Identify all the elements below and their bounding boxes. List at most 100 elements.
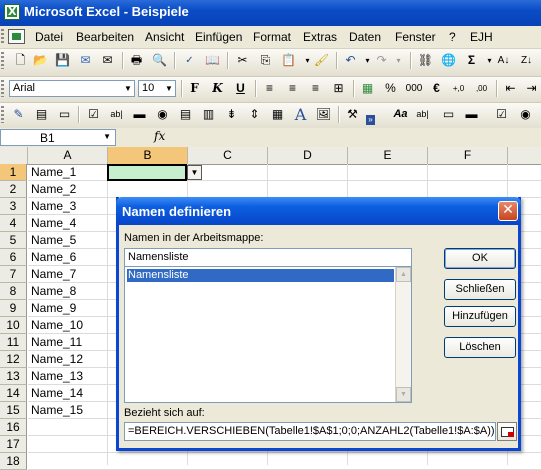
button-icon[interactable]: ▬	[463, 106, 480, 123]
cell-a13[interactable]: Name_13	[31, 369, 83, 383]
name-box[interactable]: B1 ▼	[0, 129, 116, 146]
autosum-icon[interactable]: Σ	[463, 52, 480, 69]
format-painter-icon[interactable]: 🖌	[313, 52, 330, 69]
textbox-icon[interactable]: ab|	[414, 106, 431, 123]
column-header-e[interactable]: E	[348, 147, 428, 164]
increase-indent-icon[interactable]: ⇥	[523, 80, 540, 97]
close-icon[interactable]: ✕	[498, 201, 518, 221]
cell-a8[interactable]: Name_8	[31, 284, 76, 298]
copy-icon[interactable]: ⎘	[257, 52, 274, 69]
row-header-12[interactable]: 12	[0, 351, 27, 368]
menu-ansicht[interactable]: Ansicht	[145, 30, 184, 44]
delete-button[interactable]: Löschen	[444, 337, 516, 358]
edit-control-icon[interactable]: ✎	[10, 106, 27, 123]
row-header-6[interactable]: 6	[0, 249, 27, 266]
menu-einfuegen[interactable]: Einfügen	[195, 30, 242, 44]
undo-icon[interactable]: ↶	[342, 52, 359, 69]
spinner-control-icon[interactable]: ⇕	[246, 106, 263, 123]
cell-a3[interactable]: Name_3	[31, 199, 76, 213]
cell-a1[interactable]: Name_1	[31, 165, 76, 179]
combobox-control-icon[interactable]: ▥	[200, 106, 217, 123]
cell-a12[interactable]: Name_12	[31, 352, 83, 366]
merge-center-icon[interactable]: ⊞	[330, 80, 347, 97]
cell-a6[interactable]: Name_6	[31, 250, 76, 264]
open-folder-icon[interactable]: 📂	[32, 52, 49, 69]
cell-a9[interactable]: Name_9	[31, 301, 76, 315]
image-control-icon[interactable]: ▦	[269, 106, 286, 123]
permission-icon[interactable]: ✉	[77, 52, 94, 69]
paste-icon[interactable]: 📋	[280, 52, 297, 69]
menu-ejh[interactable]: EJH	[470, 30, 493, 44]
column-header-b[interactable]: B	[108, 147, 188, 164]
names-listbox[interactable]: Namensliste ▲ ▼	[124, 267, 412, 403]
listbox-control-icon[interactable]: ▤	[177, 106, 194, 123]
hyperlink-icon[interactable]: ⛓	[417, 52, 434, 69]
email-icon[interactable]: ✉	[99, 52, 116, 69]
menu-fenster[interactable]: Fenster	[395, 30, 436, 44]
row-header-16[interactable]: 16	[0, 419, 27, 436]
select-all-corner[interactable]	[0, 147, 28, 164]
excel-app-icon[interactable]	[4, 4, 20, 20]
sort-ascending-icon[interactable]: A↓	[495, 52, 512, 69]
cut-icon[interactable]: ✂	[234, 52, 251, 69]
thousands-separator-button[interactable]: 000	[403, 80, 425, 97]
ok-button[interactable]: OK	[444, 248, 516, 269]
print-icon[interactable]: 🖶	[128, 52, 145, 69]
spelling-icon[interactable]: ✓	[181, 52, 198, 69]
cell-a14[interactable]: Name_14	[31, 386, 83, 400]
name-input[interactable]: Namensliste	[124, 248, 412, 267]
menu-grip-handle[interactable]	[1, 29, 4, 45]
column-header-c[interactable]: C	[188, 147, 268, 164]
decrease-indent-icon[interactable]: ⇤	[502, 80, 519, 97]
new-document-icon[interactable]: 🗋	[12, 52, 29, 69]
percent-button[interactable]: %	[382, 80, 399, 97]
menu-daten[interactable]: Daten	[349, 30, 381, 44]
scroll-down-icon[interactable]: ▼	[396, 387, 411, 402]
validation-dropdown-button[interactable]: ▼	[187, 165, 202, 180]
menu-bearbeiten[interactable]: Bearbeiten	[76, 30, 134, 44]
scroll-up-icon[interactable]: ▲	[396, 267, 411, 282]
cell-a5[interactable]: Name_5	[31, 233, 76, 247]
format-control-icon[interactable]: Aa	[392, 106, 409, 123]
refers-to-input[interactable]: =BEREICH.VERSCHIEBEN(Tabelle1!$A$1;0;0;A…	[124, 422, 496, 441]
checkbox-control-icon[interactable]: ☑	[85, 106, 102, 123]
radio-icon[interactable]: ◉	[517, 106, 534, 123]
cell-a2[interactable]: Name_2	[31, 182, 76, 196]
align-center-icon[interactable]: ≡	[284, 80, 301, 97]
row-header-5[interactable]: 5	[0, 232, 27, 249]
cell-a4[interactable]: Name_4	[31, 216, 76, 230]
font-name-combo[interactable]: Arial ▼	[9, 80, 135, 97]
toolbar-grip[interactable]	[1, 106, 4, 123]
group-box-icon[interactable]: ▭	[56, 106, 73, 123]
frame-icon[interactable]: ▭	[440, 106, 457, 123]
row-header-17[interactable]: 17	[0, 436, 27, 453]
dialog-title-bar[interactable]: Namen definieren ✕	[116, 197, 521, 225]
align-right-icon[interactable]: ≡	[307, 80, 324, 97]
chevron-down-icon[interactable]: ▼	[122, 81, 134, 96]
column-header-a[interactable]: A	[28, 147, 108, 164]
toolbox-icon[interactable]: ⚒	[344, 106, 361, 123]
column-header-d[interactable]: D	[268, 147, 348, 164]
redo-icon[interactable]: ↷	[373, 52, 390, 69]
row-header-4[interactable]: 4	[0, 215, 27, 232]
insert-function-button[interactable]: fx	[154, 129, 165, 143]
row-header-7[interactable]: 7	[0, 266, 27, 283]
row-header-18[interactable]: 18	[0, 453, 27, 470]
align-left-icon[interactable]: ≡	[261, 80, 278, 97]
scrollbar-control-icon[interactable]: ⇟	[223, 106, 240, 123]
add-button[interactable]: Hinzufügen	[444, 306, 516, 327]
menu-extras[interactable]: Extras	[303, 30, 337, 44]
row-header-1[interactable]: 1	[0, 164, 27, 181]
textbox-control-icon[interactable]: ab|	[108, 106, 125, 123]
redo-dropdown-icon[interactable]: ▾	[390, 52, 407, 69]
row-header-9[interactable]: 9	[0, 300, 27, 317]
listbox-scrollbar[interactable]: ▲ ▼	[395, 267, 411, 402]
shared-workspace-icon[interactable]: 🌐	[440, 52, 457, 69]
row-header-14[interactable]: 14	[0, 385, 27, 402]
row-header-10[interactable]: 10	[0, 317, 27, 334]
increase-decimal-icon[interactable]: +,0	[450, 80, 467, 97]
column-header-f[interactable]: F	[428, 147, 508, 164]
save-icon[interactable]: 💾	[54, 52, 71, 69]
button-control-icon[interactable]: ▬	[131, 106, 148, 123]
row-header-11[interactable]: 11	[0, 334, 27, 351]
